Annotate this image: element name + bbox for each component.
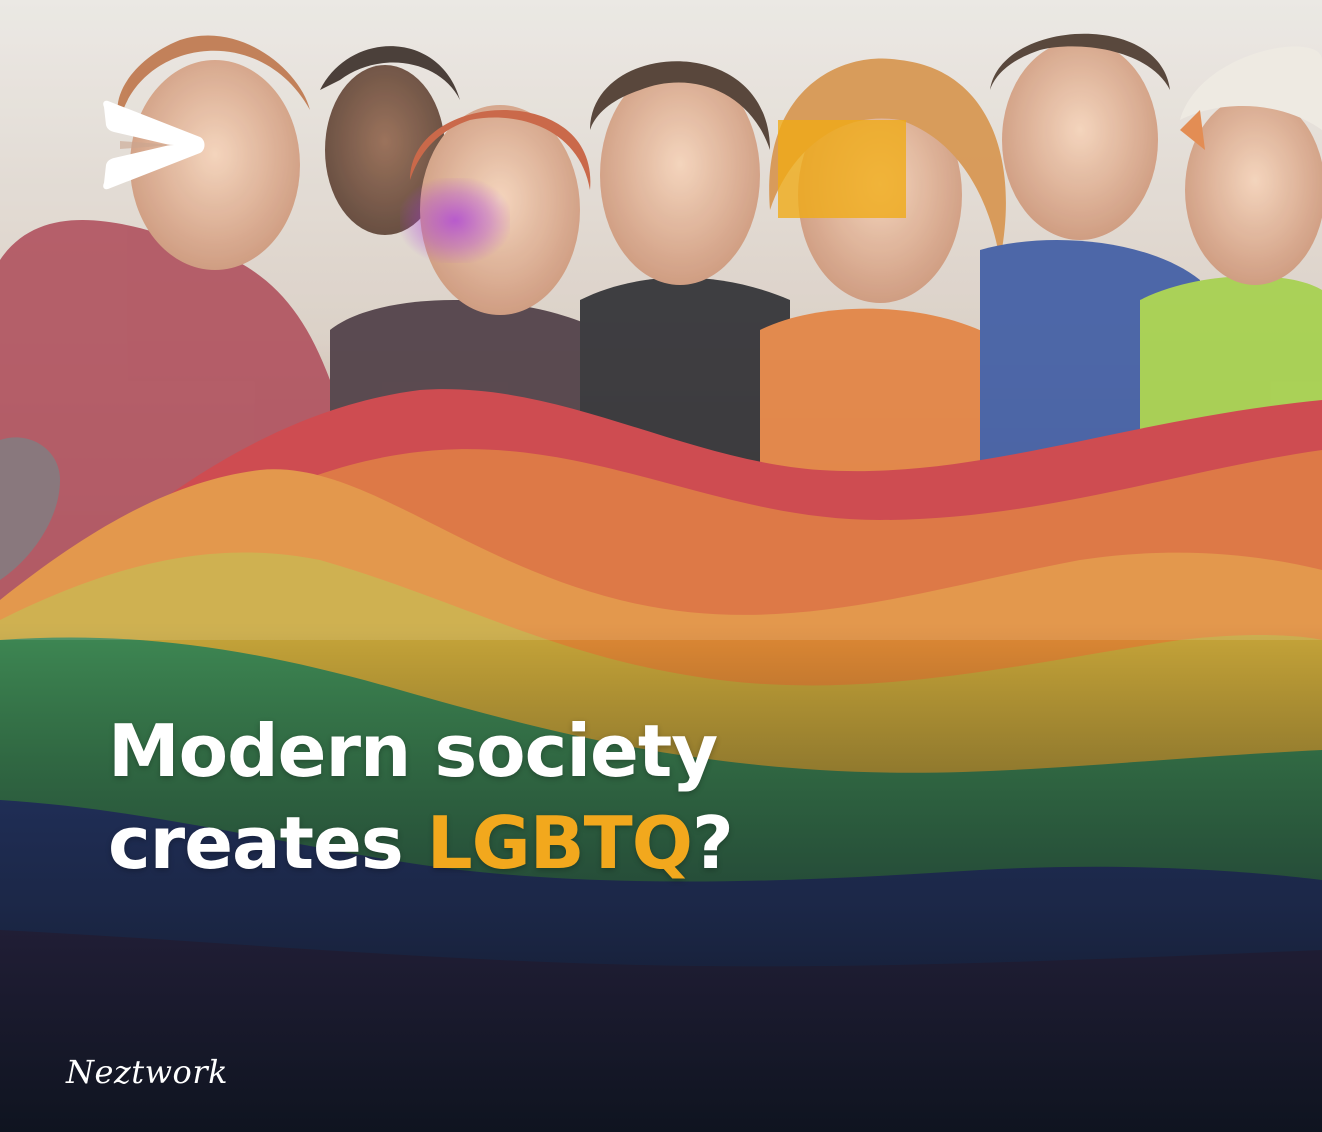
accent-square-decoration	[778, 120, 906, 218]
headline-highlight: LGBTQ	[426, 801, 693, 885]
brand-watermark: Neztwork	[66, 1053, 228, 1091]
violet-glow-decoration	[400, 178, 510, 263]
play-chevron-logo-icon	[103, 100, 205, 190]
post-canvas: Modern society creates LGBTQ? Neztwork	[0, 0, 1322, 1132]
headline: Modern society creates LGBTQ?	[108, 705, 734, 889]
headline-line-2-suffix: ?	[691, 801, 734, 885]
headline-line-2-prefix: creates	[108, 801, 427, 885]
headline-line-1: Modern society	[108, 709, 718, 793]
